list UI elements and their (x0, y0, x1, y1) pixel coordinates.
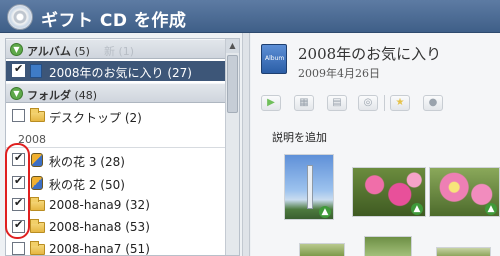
toolbar-separator (384, 95, 385, 111)
folder-row[interactable]: 2008-hana8 (53) (6, 217, 226, 237)
folder-icon (30, 197, 45, 211)
cd-icon (7, 4, 33, 30)
tree-scrollbar[interactable]: ▲ (225, 39, 239, 255)
folder-checkbox[interactable] (12, 242, 25, 255)
photo-thumbnail[interactable]: ▲ (429, 167, 500, 217)
photo-thumbnail[interactable]: ▲ (284, 154, 334, 220)
folder-row[interactable]: 秋の花 3 (28) (6, 150, 226, 170)
folder-row[interactable]: 2008-hana9 (32) (6, 195, 226, 215)
album-row-label: 2008年のお気に入り (27) (49, 66, 192, 80)
section-albums[interactable]: ▼ アルバム (5) 新 (1) (6, 39, 226, 59)
folder-checkbox[interactable] (12, 109, 25, 122)
event-folder-icon (31, 153, 43, 167)
collection-tree: ▼ アルバム (5) 新 (1) 2008年のお気に入り (27) ▼ フォルダ… (5, 38, 240, 256)
email-icon[interactable]: ◎ (358, 95, 378, 111)
album-row-favorites[interactable]: 2008年のお気に入り (27) (6, 61, 226, 81)
photo-thumbnail[interactable]: ▲ (352, 167, 426, 217)
event-folder-icon (31, 176, 43, 190)
folder-row[interactable]: 2008-hana7 (51) (6, 239, 226, 256)
person-icon[interactable]: ● (423, 95, 443, 111)
photo-thumbnail[interactable] (299, 243, 345, 256)
folder-row-label: 秋の花 3 (28) (49, 155, 125, 169)
scroll-thumb[interactable] (227, 55, 238, 113)
section-albums-faded: 新 (1) (104, 45, 135, 58)
folder-checkbox[interactable] (12, 151, 25, 166)
folder-row-label: 2008-hana7 (51) (49, 242, 150, 256)
upload-arrow-icon: ▲ (411, 203, 423, 215)
play-icon[interactable]: ▶ (261, 95, 281, 111)
year-header: 2008 (6, 130, 226, 148)
album-date: 2009年4月26日 (298, 67, 380, 80)
section-folders-label: フォルダ (27, 89, 71, 102)
panel-splitter[interactable] (242, 33, 250, 256)
folder-row-label: デスクトップ (2) (49, 111, 142, 125)
album-icon (30, 64, 42, 78)
folder-row-label: 2008-hana8 (53) (49, 220, 150, 234)
folder-row-desktop[interactable]: デスクトップ (2) (6, 106, 226, 126)
slideshow-icon[interactable]: ▦ (294, 95, 314, 111)
folder-icon (30, 219, 45, 233)
section-folders-count: (48) (74, 89, 98, 102)
scroll-up-icon[interactable]: ▲ (226, 39, 239, 53)
section-albums-label: アルバム (27, 45, 71, 58)
star-icon[interactable]: ★ (390, 95, 410, 111)
collage-icon[interactable]: ▤ (327, 95, 347, 111)
album-title: 2008年のお気に入り (298, 45, 442, 63)
folder-checkbox[interactable] (12, 196, 25, 211)
folder-row-label: 2008-hana9 (32) (49, 198, 150, 212)
album-icon-text: Album (265, 55, 285, 62)
folder-row[interactable]: 秋の花 2 (50) (6, 173, 226, 193)
folder-icon (30, 241, 45, 255)
window-title: ギフト CD を作成 (41, 11, 187, 31)
section-albums-count: (5) (74, 45, 90, 58)
album-cover-icon: Album (261, 44, 287, 74)
section-folders[interactable]: ▼ フォルダ (48) (6, 83, 226, 103)
chevron-down-icon[interactable]: ▼ (10, 87, 23, 100)
add-description-link[interactable]: 説明を追加 (272, 129, 327, 145)
upload-arrow-icon: ▲ (319, 206, 331, 218)
title-bar: ギフト CD を作成 (0, 0, 500, 33)
folder-icon (30, 108, 45, 122)
tower-shape (307, 165, 313, 209)
photo-thumbnail[interactable] (436, 247, 491, 256)
photo-thumbnail[interactable] (364, 236, 412, 256)
folder-checkbox[interactable] (12, 174, 25, 189)
chevron-down-icon[interactable]: ▼ (10, 43, 23, 56)
album-checkbox[interactable] (12, 62, 25, 77)
folder-row-label: 秋の花 2 (50) (49, 178, 125, 192)
upload-arrow-icon: ▲ (485, 203, 497, 215)
folder-checkbox[interactable] (12, 218, 25, 233)
album-detail: Album 2008年のお気に入り 2009年4月26日 ▶ ▦ ▤ ◎ ★ ●… (251, 33, 500, 256)
